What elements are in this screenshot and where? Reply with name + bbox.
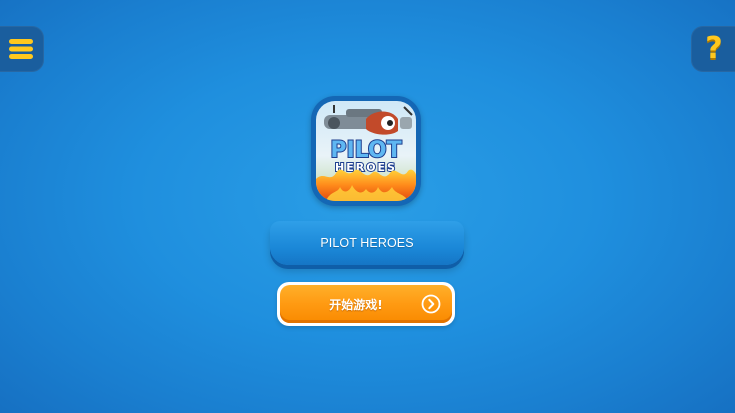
icon-logo-top: PILOT <box>330 138 401 163</box>
menu-button[interactable] <box>0 26 44 72</box>
start-game-label: 开始游戏! <box>329 297 383 312</box>
game-title-plate: PILOT HEROES <box>270 221 464 265</box>
start-game-button[interactable]: 开始游戏! <box>277 282 455 326</box>
pilot-heroes-game-icon[interactable]: PILOT HEROES <box>311 96 421 206</box>
game-icon-artwork: PILOT HEROES <box>316 101 416 201</box>
chevron-right-circle-icon <box>421 294 441 314</box>
question-mark-icon: ? <box>705 31 723 66</box>
start-game-button-face: 开始游戏! <box>280 285 452 323</box>
game-title: PILOT HEROES <box>320 236 414 250</box>
help-button[interactable]: ? <box>691 26 735 72</box>
hamburger-menu-icon <box>9 39 33 59</box>
